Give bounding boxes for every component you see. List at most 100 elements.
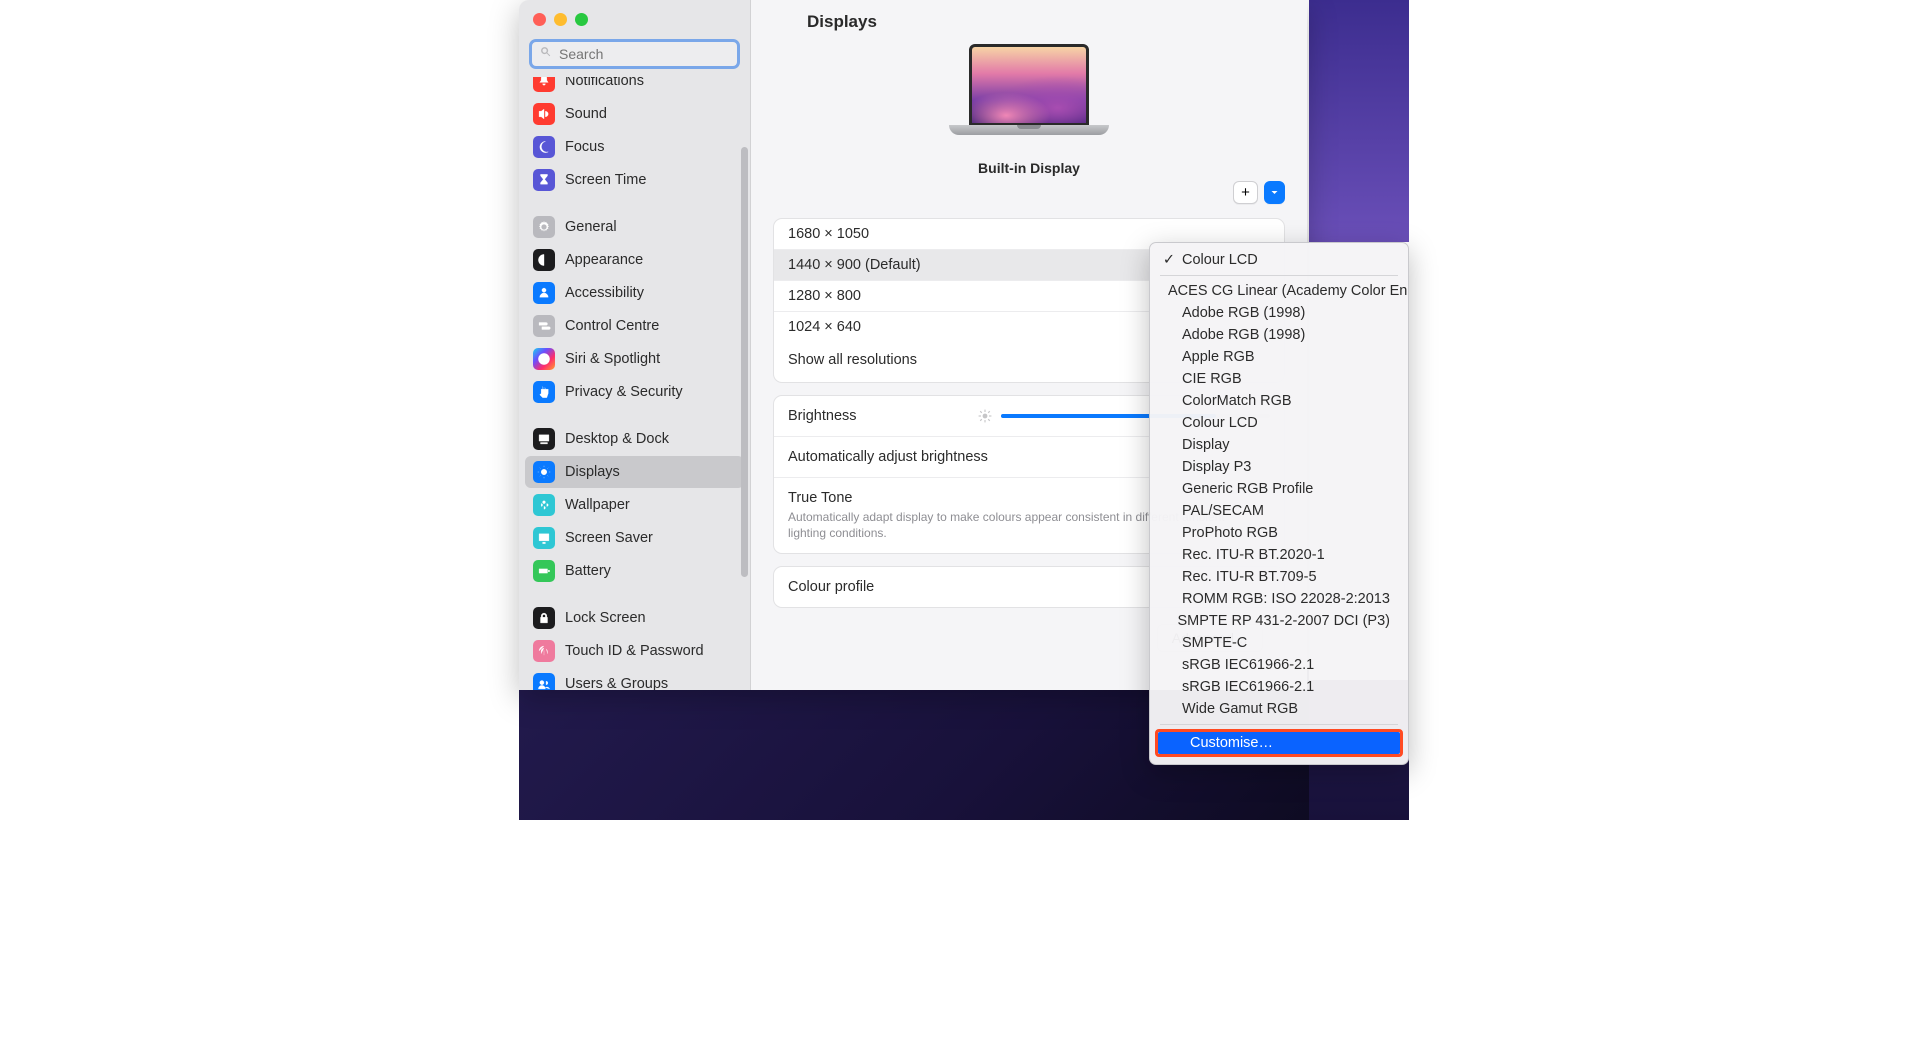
sidebar-item-label: Wallpaper — [565, 497, 630, 513]
desktop-wallpaper-right-top — [1309, 0, 1409, 242]
search-container — [519, 39, 750, 77]
sidebar-item-label: Notifications — [565, 77, 644, 89]
colour-profile-option[interactable]: sRGB IEC61966-2.1 — [1150, 676, 1408, 698]
sidebar-item-label: General — [565, 219, 617, 235]
sidebar-item-control-centre[interactable]: Control Centre — [525, 310, 744, 342]
colour-profile-option[interactable]: ProPhoto RGB — [1150, 522, 1408, 544]
sidebar-item-desktop-dock[interactable]: Desktop & Dock — [525, 423, 744, 455]
colour-profile-option-selected[interactable]: ✓Colour LCD — [1150, 249, 1408, 271]
bell-icon — [533, 77, 555, 92]
colour-profile-option[interactable]: Display P3 — [1150, 456, 1408, 478]
sidebar-item-label: Battery — [565, 563, 611, 579]
speaker-icon — [533, 103, 555, 125]
hourglass-icon — [533, 169, 555, 191]
dropdown-separator — [1160, 275, 1398, 276]
search-input[interactable] — [553, 46, 730, 62]
display-preview: Built-in Display + — [751, 42, 1307, 212]
fullscreen-window-icon[interactable] — [575, 13, 588, 26]
sidebar-item-wallpaper[interactable]: Wallpaper — [525, 489, 744, 521]
check-icon: ✓ — [1162, 252, 1176, 268]
sidebar-item-label: Siri & Spotlight — [565, 351, 660, 367]
colour-profile-option[interactable]: sRGB IEC61966-2.1 — [1150, 654, 1408, 676]
person-icon — [533, 282, 555, 304]
sidebar: Notifications Sound Focus Screen Time Genera… — [519, 0, 751, 690]
sidebar-scrollbar[interactable] — [741, 147, 748, 577]
colour-profile-option[interactable]: Adobe RGB (1998) — [1150, 302, 1408, 324]
brightness-label: Brightness — [788, 408, 857, 424]
colour-profile-option[interactable]: Rec. ITU-R BT.709-5 — [1150, 566, 1408, 588]
sidebar-item-screen-time[interactable]: Screen Time — [525, 164, 744, 196]
colour-profile-option[interactable]: ColorMatch RGB — [1150, 390, 1408, 412]
colour-profile-option[interactable]: CIE RGB — [1150, 368, 1408, 390]
screen-icon — [533, 527, 555, 549]
colour-profile-option[interactable]: SMPTE RP 431-2-2007 DCI (P3) — [1150, 610, 1408, 632]
sidebar-item-label: Sound — [565, 106, 607, 122]
sidebar-item-label: Screen Saver — [565, 530, 653, 546]
macbook-illustration — [949, 44, 1109, 148]
fingerprint-icon — [533, 640, 555, 662]
colour-profile-label: Colour profile — [788, 579, 874, 595]
search-box[interactable] — [529, 39, 740, 69]
sidebar-item-sound[interactable]: Sound — [525, 98, 744, 130]
sidebar-item-label: Lock Screen — [565, 610, 646, 626]
switches-icon — [533, 315, 555, 337]
flower-icon — [533, 494, 555, 516]
colour-profile-option[interactable]: ACES CG Linear (Academy Color Encoding) — [1150, 280, 1408, 302]
search-icon — [539, 45, 553, 64]
colour-profile-option[interactable]: Adobe RGB (1998) — [1150, 324, 1408, 346]
customise-highlight-box: Customise… — [1155, 729, 1403, 757]
lock-icon — [533, 607, 555, 629]
display-options-button[interactable] — [1264, 181, 1285, 204]
colour-profile-option[interactable]: Wide Gamut RGB — [1150, 698, 1408, 720]
sidebar-item-displays[interactable]: Displays — [525, 456, 744, 488]
sidebar-item-accessibility[interactable]: Accessibility — [525, 277, 744, 309]
colour-profile-option[interactable]: Rec. ITU-R BT.2020-1 — [1150, 544, 1408, 566]
sidebar-item-focus[interactable]: Focus — [525, 131, 744, 163]
customise-option[interactable]: Customise… — [1158, 732, 1400, 754]
sidebar-item-battery[interactable]: Battery — [525, 555, 744, 587]
sidebar-item-appearance[interactable]: Appearance — [525, 244, 744, 276]
sidebar-item-siri[interactable]: Siri & Spotlight — [525, 343, 744, 375]
sidebar-item-general[interactable]: General — [525, 211, 744, 243]
colour-profile-option[interactable]: ROMM RGB: ISO 22028-2:2013 — [1150, 588, 1408, 610]
brightness-low-icon — [977, 408, 993, 424]
close-window-icon[interactable] — [533, 13, 546, 26]
sidebar-item-users[interactable]: Users & Groups — [525, 668, 744, 690]
sidebar-item-touch-id[interactable]: Touch ID & Password — [525, 635, 744, 667]
chevron-down-icon — [1270, 184, 1279, 201]
sidebar-scroll[interactable]: Notifications Sound Focus Screen Time Genera… — [519, 77, 750, 690]
sidebar-item-label: Appearance — [565, 252, 643, 268]
minimize-window-icon[interactable] — [554, 13, 567, 26]
dropdown-separator — [1160, 724, 1398, 725]
sidebar-item-label: Displays — [565, 464, 620, 480]
hand-icon — [533, 381, 555, 403]
dock-icon — [533, 428, 555, 450]
colour-profile-dropdown[interactable]: ✓Colour LCDACES CG Linear (Academy Color… — [1149, 242, 1409, 765]
colour-profile-option[interactable]: Colour LCD — [1150, 412, 1408, 434]
sidebar-item-notifications[interactable]: Notifications — [525, 77, 744, 97]
sidebar-item-lock-screen[interactable]: Lock Screen — [525, 602, 744, 634]
colour-profile-option[interactable]: Apple RGB — [1150, 346, 1408, 368]
colour-profile-option[interactable]: SMPTE-C — [1150, 632, 1408, 654]
sidebar-item-label: Desktop & Dock — [565, 431, 669, 447]
battery-icon — [533, 560, 555, 582]
sidebar-item-label: Focus — [565, 139, 605, 155]
sun-icon — [533, 461, 555, 483]
gear-icon — [533, 216, 555, 238]
sidebar-item-screen-saver[interactable]: Screen Saver — [525, 522, 744, 554]
page-title: Displays — [751, 0, 1307, 42]
sidebar-item-label: Privacy & Security — [565, 384, 683, 400]
colour-profile-option[interactable]: PAL/SECAM — [1150, 500, 1408, 522]
add-display-button[interactable]: + — [1233, 181, 1258, 204]
contrast-icon — [533, 249, 555, 271]
frame: Notifications Sound Focus Screen Time Genera… — [230, 0, 1690, 820]
orb-icon — [533, 348, 555, 370]
sidebar-item-label: Control Centre — [565, 318, 659, 334]
sidebar-item-label: Touch ID & Password — [565, 643, 704, 659]
sidebar-item-privacy[interactable]: Privacy & Security — [525, 376, 744, 408]
colour-profile-option[interactable]: Display — [1150, 434, 1408, 456]
sidebar-item-label: Users & Groups — [565, 676, 668, 690]
window-titlebar — [519, 0, 750, 39]
colour-profile-option[interactable]: Generic RGB Profile — [1150, 478, 1408, 500]
display-name: Built-in Display — [978, 160, 1080, 176]
